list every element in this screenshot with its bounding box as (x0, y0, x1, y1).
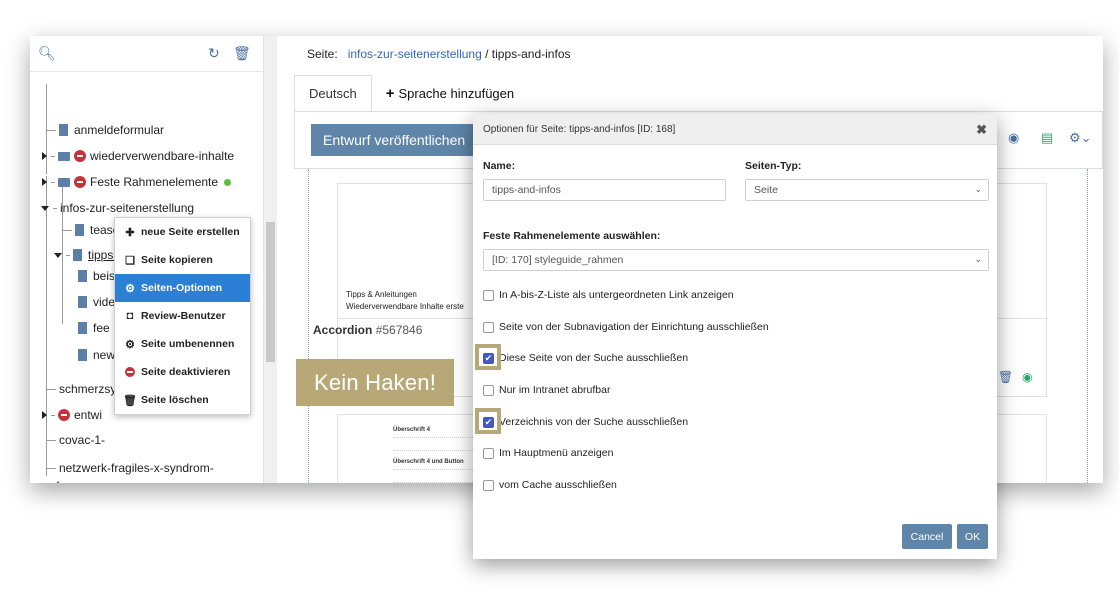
menu-item-page-options[interactable]: ⚙︎ Seiten-Optionen (115, 274, 250, 302)
frame-elements-select[interactable]: [ID: 170] styleguide_rahmen ⌄ (483, 249, 989, 271)
card-heading: Überschrift 4 und Button (393, 459, 464, 465)
plus-icon: ✚ (125, 226, 135, 239)
highlight-frame (475, 344, 501, 370)
tab-add-language[interactable]: + Sprache hinzufügen (372, 75, 528, 111)
document-icon (59, 124, 68, 136)
checkbox[interactable] (483, 384, 494, 396)
document-icon (78, 296, 87, 308)
name-label: Name: (483, 160, 516, 172)
ok-button[interactable]: OK (957, 524, 988, 549)
breadcrumb-link[interactable]: infos-zur-seitenerstellung (348, 47, 482, 61)
frame-elements-label: Feste Rahmenelemente auswählen: (483, 230, 661, 242)
caret-down-icon[interactable] (54, 252, 62, 258)
page-tree-sidebar: 🔍︎ ↻ 🗑︎ anmeldeformular wiederverwendbar… (30, 36, 264, 483)
checkbox[interactable] (483, 289, 494, 301)
menu-item-new-page[interactable]: ✚ neue Seite erstellen (115, 218, 250, 246)
breadcrumb: Seite: infos-zur-seitenerstellung / tipp… (307, 47, 571, 61)
close-icon[interactable]: ✖ (976, 122, 987, 138)
option-exclude-search[interactable]: ✔ Diese Seite von der Suche ausschließen (483, 350, 688, 366)
gear-icon: ⚙︎ (125, 338, 135, 351)
document-icon (75, 224, 84, 236)
status-dot (224, 178, 232, 186)
context-menu: ✚ neue Seite erstellen ❏ Seite kopieren ⚙︎… (114, 217, 251, 415)
gear-icon: ⚙︎ (125, 282, 135, 295)
tree-item-schmerzsy[interactable]: schmerzsy (46, 378, 116, 400)
eye-icon[interactable]: ◉ (1022, 370, 1032, 384)
tree-item-new[interactable]: new (78, 344, 115, 366)
folder-icon (58, 177, 70, 187)
sidebar-toolbar: 🔍︎ ↻ 🗑︎ (30, 36, 263, 72)
checkbox[interactable] (483, 447, 494, 459)
tab-deutsch[interactable]: Deutsch (294, 75, 372, 111)
option-exclude-cache[interactable]: vom Cache ausschließen (483, 477, 617, 493)
deactivated-icon (74, 176, 86, 188)
menu-item-deactivate-page[interactable]: Seite deaktivieren (115, 358, 250, 386)
card-heading: Überschrift 4 (393, 427, 431, 433)
cancel-button[interactable]: Cancel (902, 524, 952, 549)
tree-item-infos-zur-seitenerstellung[interactable]: infos-zur-seitenerstellung (41, 197, 194, 219)
option-exclude-directory-search[interactable]: ✔ Verzeichnis von der Suche ausschließen (483, 414, 688, 430)
card-text-line1: Tipps & Anleitungen (346, 290, 417, 299)
caret-down-icon[interactable] (41, 205, 49, 211)
breadcrumb-current: tipps-and-infos (491, 47, 571, 61)
caret-right-icon[interactable] (42, 152, 47, 160)
document-icon (78, 322, 87, 334)
language-tabs: Deutsch + Sprache hinzufügen (294, 75, 528, 111)
page-type-select[interactable]: Seite ⌄ (745, 179, 989, 201)
plus-icon: + (385, 84, 395, 102)
page-type-label: Seiten-Typ: (745, 160, 802, 172)
tree-item-entwi[interactable]: entwi (42, 404, 102, 426)
tree-item-fee[interactable]: fee (78, 317, 110, 339)
folder-icon (58, 151, 70, 161)
highlight-frame (475, 408, 501, 434)
user-icon: ◘ (126, 310, 134, 322)
tree-item-netzwerk-fragiles-x-cont: frax (56, 475, 76, 483)
menu-item-delete-page[interactable]: 🗑︎ Seite löschen (115, 386, 250, 414)
tree-item-vide[interactable]: vide (78, 291, 115, 313)
document-icon (78, 270, 87, 282)
stop-icon (125, 367, 135, 377)
option-a-z-list[interactable]: In A-bis-Z-Liste als untergeordneten Lin… (483, 287, 734, 303)
scrollbar-thumb[interactable] (266, 222, 275, 362)
accordion-label: Accordion #567846 (313, 323, 423, 337)
chevron-down-icon: ⌄ (974, 184, 982, 194)
card-text-line2: Wiederverwendbare Inhalte erste (346, 302, 464, 311)
search-icon[interactable]: 🔍︎ (38, 45, 56, 62)
publish-draft-button[interactable]: Entwurf veröffentlichen (311, 124, 476, 156)
option-intranet-only[interactable]: Nur im Intranet abrufbar (483, 382, 610, 398)
menu-item-rename-page[interactable]: ⚙︎ Seite umbenennen (115, 330, 250, 358)
chevron-down-icon: ⌄ (974, 254, 982, 264)
trash-icon: 🗑︎ (123, 394, 137, 407)
annotation-label: Kein Haken! (296, 359, 454, 406)
document-icon (78, 349, 87, 361)
trash-icon[interactable]: 🗑︎ (233, 45, 251, 62)
deactivated-icon (58, 409, 70, 421)
deactivated-icon (74, 150, 86, 162)
menu-item-review-user[interactable]: ◘ Review-Benutzer (115, 302, 250, 330)
checkbox[interactable] (483, 321, 494, 333)
tree-item-beis[interactable]: beis (78, 265, 115, 287)
settings-dropdown-icon[interactable]: ⚙︎⌄ (1069, 130, 1092, 146)
document-icon (73, 249, 82, 261)
tree-item-covac[interactable]: covac-1- (46, 429, 105, 451)
name-field[interactable]: tipps-and-infos (483, 179, 726, 201)
dialog-header: Optionen für Seite: tipps-and-infos [ID:… (473, 114, 997, 145)
tree-item-wiederverwendbare-inhalte[interactable]: wiederverwendbare-inhalte (42, 145, 234, 167)
caret-right-icon[interactable] (42, 411, 47, 419)
page-options-dialog: Optionen für Seite: tipps-and-infos [ID:… (473, 114, 997, 559)
copy-icon: ❏ (125, 254, 135, 267)
trash-icon[interactable]: 🗑︎ (998, 370, 1013, 384)
caret-right-icon[interactable] (42, 178, 47, 186)
tree-item-feste-rahmenelemente[interactable]: Feste Rahmenelemente (42, 171, 232, 193)
option-show-main-menu[interactable]: Im Hauptmenü anzeigen (483, 445, 613, 461)
tree-item-anmeldeformular[interactable]: anmeldeformular (46, 119, 164, 141)
list-icon[interactable]: ▤ (1041, 130, 1053, 146)
dialog-title: Optionen für Seite: tipps-and-infos [ID:… (483, 123, 676, 135)
option-exclude-subnav[interactable]: Seite von der Subnavigation der Einricht… (483, 319, 769, 335)
checkbox[interactable] (483, 479, 494, 491)
refresh-icon[interactable]: ↻ (208, 45, 220, 62)
menu-item-copy-page[interactable]: ❏ Seite kopieren (115, 246, 250, 274)
sidebar-scrollbar[interactable] (264, 36, 277, 483)
eye-icon[interactable]: ◉ (1008, 130, 1019, 146)
